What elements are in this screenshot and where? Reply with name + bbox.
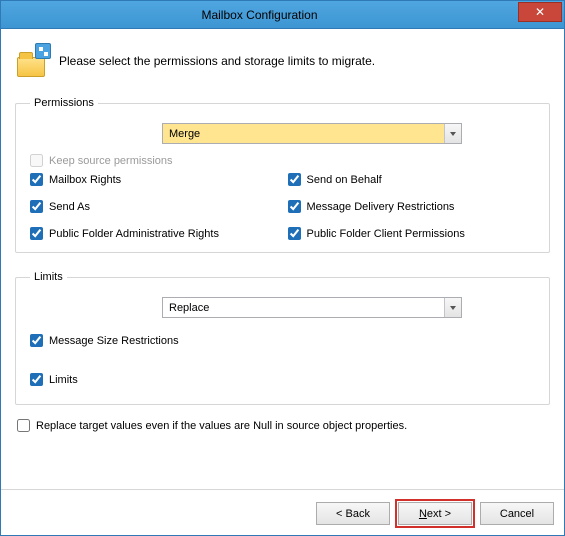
permissions-mode-value: Merge [163,128,444,140]
pf-client-perms-checkbox[interactable] [288,227,301,240]
close-button[interactable]: ✕ [518,2,562,22]
pf-admin-rights-row[interactable]: Public Folder Administrative Rights [30,227,278,240]
keep-source-permissions-label: Keep source permissions [49,155,173,167]
mailbox-rights-row[interactable]: Mailbox Rights [30,173,278,186]
cancel-button[interactable]: Cancel [480,502,554,525]
send-on-behalf-label: Send on Behalf [307,174,382,186]
permissions-mode-select[interactable]: Merge [162,123,462,144]
titlebar: Mailbox Configuration ✕ [1,1,564,29]
limits-label: Limits [49,374,78,386]
msg-delivery-checkbox[interactable] [288,200,301,213]
mailbox-rights-label: Mailbox Rights [49,174,121,186]
limits-mode-value: Replace [163,302,444,314]
close-icon: ✕ [535,6,545,18]
intro-text: Please select the permissions and storag… [59,54,375,68]
msg-size-checkbox[interactable] [30,334,43,347]
send-on-behalf-checkbox[interactable] [288,173,301,186]
msg-delivery-label: Message Delivery Restrictions [307,201,455,213]
limits-legend: Limits [30,271,67,283]
back-button[interactable]: < Back [316,502,390,525]
window-title: Mailbox Configuration [1,8,518,22]
msg-size-row[interactable]: Message Size Restrictions [30,334,535,347]
send-as-label: Send As [49,201,90,213]
limits-mode-select[interactable]: Replace [162,297,462,318]
permissions-group: Permissions Merge Keep source permission… [15,97,550,253]
msg-size-label: Message Size Restrictions [49,335,179,347]
send-as-row[interactable]: Send As [30,200,278,213]
send-as-checkbox[interactable] [30,200,43,213]
mailbox-configuration-dialog: Mailbox Configuration ✕ Please select th… [0,0,565,536]
footer-buttons: < Back Next > Cancel [1,489,564,535]
limits-group: Limits Replace Message Size Restrictions… [15,271,550,405]
chevron-down-icon [444,298,461,317]
keep-source-permissions-row: Keep source permissions [30,154,535,167]
replace-null-checkbox[interactable] [17,419,30,432]
limits-row[interactable]: Limits [30,373,535,386]
mailbox-rights-checkbox[interactable] [30,173,43,186]
pf-admin-rights-label: Public Folder Administrative Rights [49,228,219,240]
pf-admin-rights-checkbox[interactable] [30,227,43,240]
next-button-label: Next > [419,508,451,520]
keep-source-permissions-checkbox [30,154,43,167]
pf-client-perms-label: Public Folder Client Permissions [307,228,465,240]
intro-row: Please select the permissions and storag… [15,41,550,91]
replace-null-row[interactable]: Replace target values even if the values… [17,419,550,432]
chevron-down-icon [444,124,461,143]
permissions-legend: Permissions [30,97,98,109]
msg-delivery-row[interactable]: Message Delivery Restrictions [288,200,536,213]
replace-null-label: Replace target values even if the values… [36,420,407,432]
mailbox-folder-icon [17,45,49,77]
next-button[interactable]: Next > [398,502,472,525]
limits-checkbox[interactable] [30,373,43,386]
pf-client-perms-row[interactable]: Public Folder Client Permissions [288,227,536,240]
back-button-label: < Back [336,508,370,520]
cancel-button-label: Cancel [500,508,534,520]
content-area: Please select the permissions and storag… [1,29,564,489]
send-on-behalf-row[interactable]: Send on Behalf [288,173,536,186]
